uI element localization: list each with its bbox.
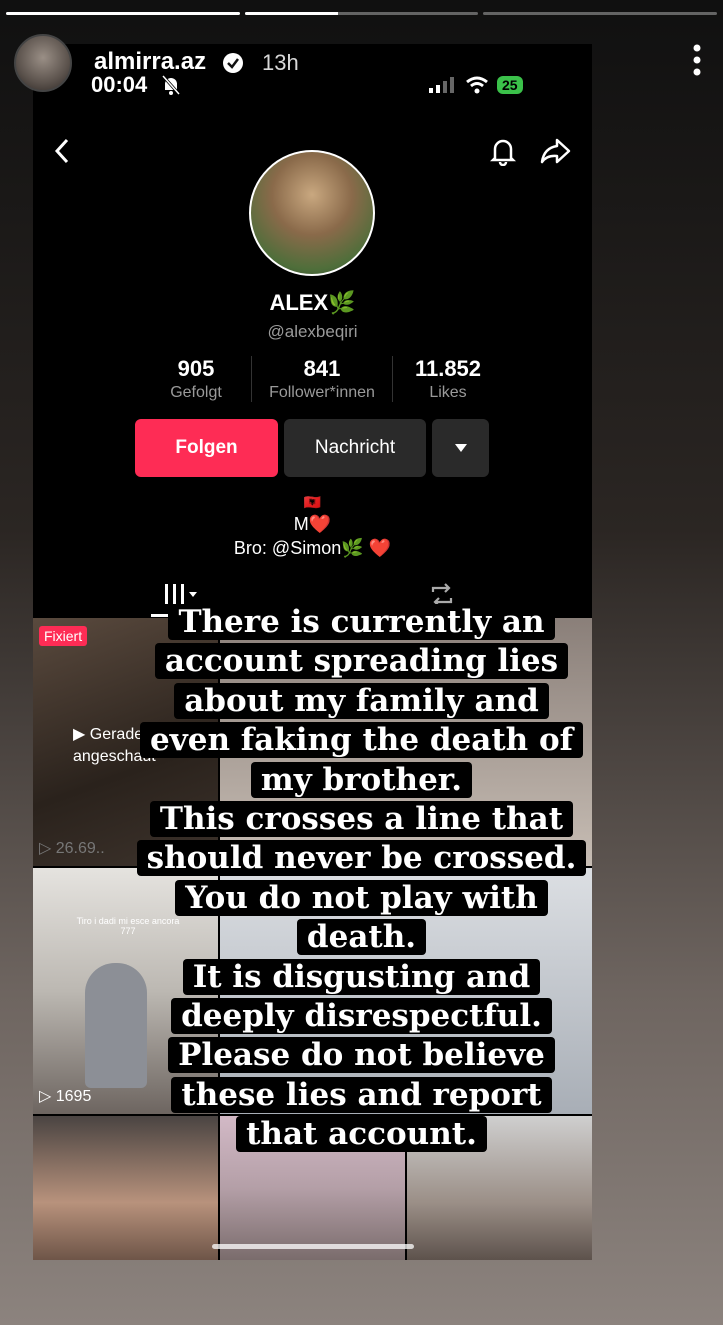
overlay-line: about my family and bbox=[0, 682, 723, 721]
overlay-line: should never be crossed. bbox=[0, 839, 723, 878]
more-dropdown-button[interactable] bbox=[432, 419, 489, 477]
progress-segment bbox=[483, 12, 718, 15]
story-username[interactable]: almirra.az bbox=[94, 48, 206, 76]
message-button[interactable]: Nachricht bbox=[284, 419, 426, 477]
verified-badge-icon bbox=[223, 53, 243, 73]
leaf-emoji: 🌿 bbox=[328, 290, 356, 315]
signal-icon bbox=[429, 77, 454, 93]
stat-likes[interactable]: 11.852 Likes bbox=[393, 356, 503, 402]
overlay-line: that account. bbox=[0, 1115, 723, 1154]
profile-name: ALEX🌿 bbox=[269, 290, 356, 315]
home-indicator bbox=[212, 1244, 414, 1249]
overlay-line: There is currently an bbox=[0, 603, 723, 642]
overlay-line: these lies and report bbox=[0, 1076, 723, 1115]
overlay-line: This crosses a line that bbox=[0, 800, 723, 839]
overlay-line: deeply disrespectful. bbox=[0, 997, 723, 1036]
follow-button[interactable]: Folgen bbox=[135, 419, 278, 477]
overlay-line: Please do not believe bbox=[0, 1036, 723, 1075]
back-arrow-icon[interactable] bbox=[51, 136, 73, 166]
stat-following[interactable]: 905 Gefolgt bbox=[141, 356, 251, 402]
overlay-line: even faking the death of bbox=[0, 721, 723, 760]
profile-stats: 905 Gefolgt 841 Follower*innen 11.852 Li… bbox=[141, 356, 503, 402]
bell-icon[interactable] bbox=[489, 136, 517, 166]
overlay-line: You do not play with bbox=[0, 879, 723, 918]
profile-handle: @alexbeqiri bbox=[267, 322, 358, 341]
story-text-overlay: There is currently an account spreading … bbox=[0, 603, 723, 1155]
bio-flag: 🇦🇱 bbox=[303, 494, 322, 510]
overlay-line: my brother. bbox=[0, 761, 723, 800]
wifi-icon bbox=[466, 76, 488, 94]
battery-indicator: 25 bbox=[497, 76, 523, 94]
story-progress bbox=[6, 12, 718, 15]
more-options-icon[interactable] bbox=[693, 44, 701, 76]
progress-segment bbox=[244, 12, 479, 15]
stat-followers[interactable]: 841 Follower*innen bbox=[251, 356, 393, 402]
story-timestamp: 13h bbox=[262, 50, 299, 75]
story-user-avatar[interactable] bbox=[14, 34, 72, 92]
progress-segment bbox=[6, 12, 240, 15]
profile-avatar[interactable] bbox=[249, 150, 375, 276]
bell-off-icon bbox=[161, 75, 181, 95]
caret-down-icon bbox=[454, 444, 467, 452]
bio-line-2[interactable]: Bro: @Simon🌿 ❤️ bbox=[33, 538, 592, 559]
overlay-line: It is disgusting and bbox=[0, 958, 723, 997]
share-icon[interactable] bbox=[539, 136, 571, 166]
overlay-line: death. bbox=[0, 918, 723, 957]
status-icons: 25 bbox=[429, 76, 523, 94]
bio-line-1: M❤️ bbox=[293, 514, 332, 534]
overlay-line: account spreading lies bbox=[0, 642, 723, 681]
